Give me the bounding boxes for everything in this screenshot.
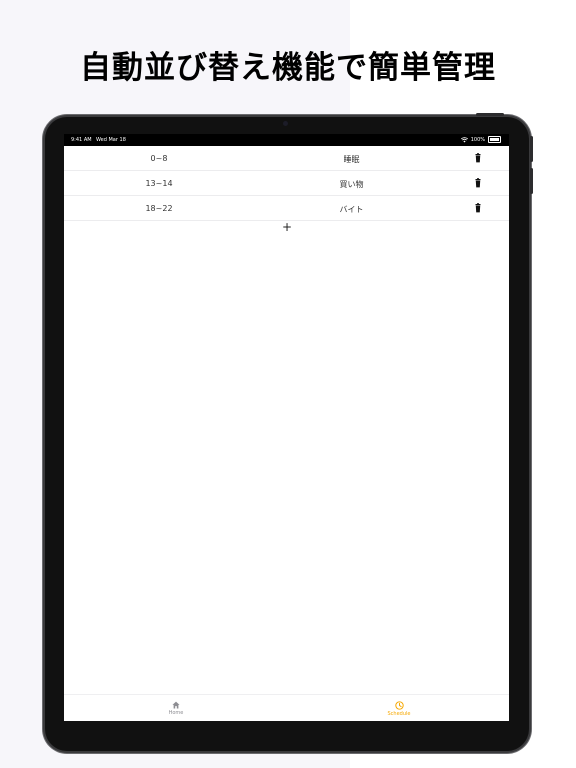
schedule-time: 0~8 (150, 154, 168, 163)
schedule-list: 0~8 睡眠 13~14 買い物 18~22 バイト (64, 146, 509, 221)
trash-icon[interactable] (473, 178, 483, 188)
clock-icon (394, 701, 404, 710)
trash-icon[interactable] (473, 203, 483, 213)
tab-schedule[interactable]: Schedule (339, 695, 459, 721)
schedule-task: バイト (339, 205, 364, 214)
schedule-time: 13~14 (145, 179, 173, 188)
schedule-task: 睡眠 (343, 155, 360, 164)
front-camera (283, 121, 288, 126)
schedule-row[interactable]: 0~8 睡眠 (64, 146, 509, 171)
battery-icon (488, 136, 501, 143)
app-screen: 9:41 AM Wed Mar 18 100% 0~8 睡眠 13~14 買い物 (64, 134, 509, 721)
volume-down-button (530, 168, 533, 194)
status-bar: 9:41 AM Wed Mar 18 100% (64, 134, 509, 146)
house-icon (172, 701, 180, 709)
status-right: 100% (460, 136, 501, 143)
wifi-icon (460, 136, 468, 142)
tab-bar: Home Schedule (64, 694, 509, 721)
schedule-task: 買い物 (339, 180, 364, 189)
schedule-row[interactable]: 18~22 バイト (64, 196, 509, 221)
tab-home[interactable]: Home (116, 695, 236, 721)
tab-home-label: Home (168, 710, 184, 716)
status-date: Wed Mar 18 (96, 137, 126, 143)
top-button (476, 113, 504, 116)
trash-icon[interactable] (473, 153, 483, 163)
volume-up-button (530, 136, 533, 162)
battery-percent: 100% (470, 136, 485, 143)
add-schedule-button[interactable]: + (280, 220, 294, 234)
schedule-row[interactable]: 13~14 買い物 (64, 171, 509, 196)
tab-schedule-label: Schedule (387, 711, 411, 717)
schedule-time: 18~22 (145, 204, 173, 213)
status-time: 9:41 AM (71, 137, 92, 143)
promo-headline: 自動並び替え機能で簡単管理 (80, 50, 496, 86)
